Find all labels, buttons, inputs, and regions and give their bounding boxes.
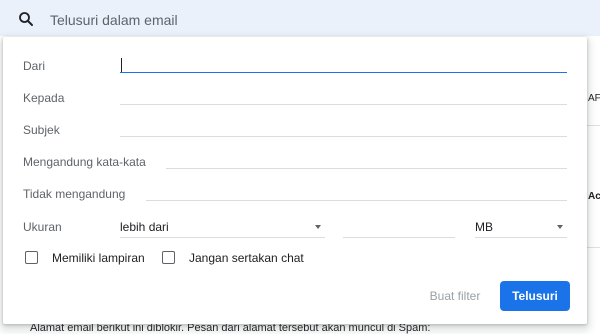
subject-field[interactable]: [120, 116, 567, 137]
has-attachment-option[interactable]: Memiliki lampiran: [25, 251, 150, 267]
has-attachment-label: Memiliki lampiran: [52, 251, 145, 265]
size-unit-select[interactable]: MB: [475, 217, 567, 238]
has-words-field[interactable]: [166, 148, 567, 169]
size-label: Ukuran: [23, 220, 62, 234]
doesnt-have-label: Tidak mengandung: [23, 187, 126, 201]
advanced-search-panel: Dari Kepada Subjek Mengandung kata-kata …: [3, 37, 587, 324]
search-input[interactable]: [48, 9, 552, 31]
dropdown-arrow-icon: [557, 225, 563, 229]
exclude-chats-label: Jangan sertakan chat: [189, 251, 304, 265]
background-text-1: AF: [588, 93, 600, 104]
create-filter-button[interactable]: Buat filter: [415, 282, 495, 310]
has-words-label: Mengandung kata-kata: [23, 155, 146, 169]
background-divider: [585, 125, 600, 126]
from-field[interactable]: [120, 52, 567, 73]
text-caret: [121, 58, 122, 72]
exclude-chats-checkbox[interactable]: [162, 251, 175, 264]
size-operator-value: lebih dari: [120, 220, 169, 234]
from-label: Dari: [23, 59, 46, 73]
size-value-field[interactable]: [343, 217, 455, 238]
to-field[interactable]: [120, 84, 567, 105]
dropdown-arrow-icon: [315, 225, 321, 229]
to-label: Kepada: [23, 91, 65, 105]
size-unit-value: MB: [475, 220, 493, 234]
background-text-2: Ac: [588, 191, 600, 202]
has-attachment-checkbox[interactable]: [25, 251, 38, 264]
search-button[interactable]: Telusuri: [500, 281, 570, 311]
size-operator-select[interactable]: lebih dari: [120, 217, 325, 238]
doesnt-have-field[interactable]: [146, 180, 567, 201]
search-bar: [0, 0, 600, 36]
exclude-chats-option[interactable]: Jangan sertakan chat: [162, 251, 307, 267]
search-icon[interactable]: [17, 10, 35, 28]
background-divider: [585, 247, 600, 248]
subject-label: Subjek: [23, 123, 60, 137]
